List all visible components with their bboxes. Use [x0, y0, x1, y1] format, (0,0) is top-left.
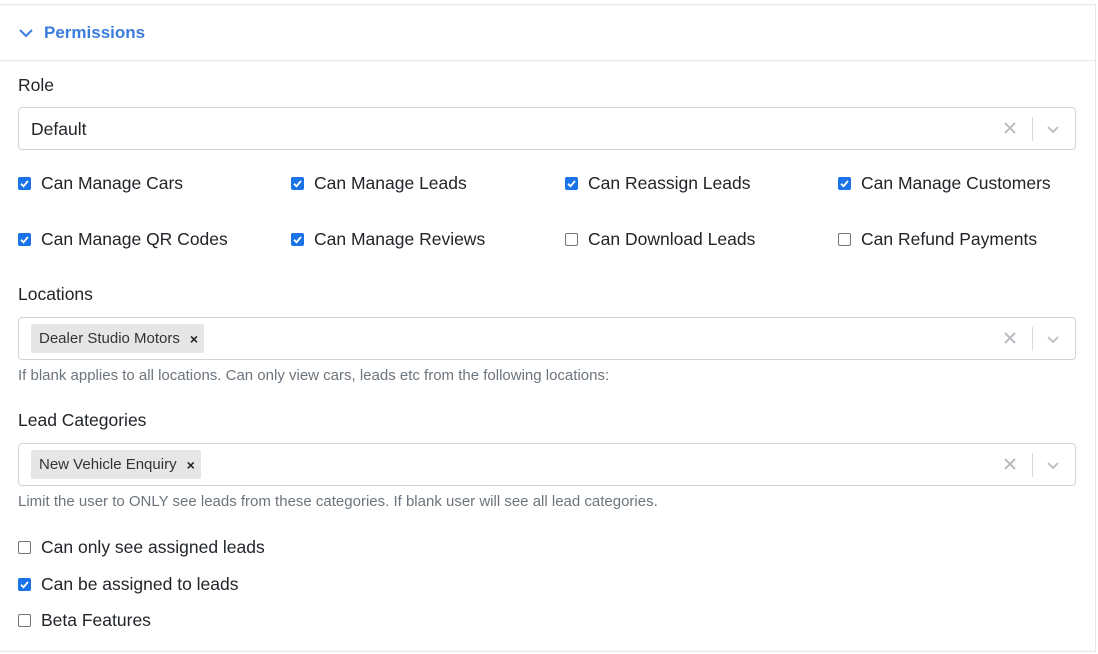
checkbox-can-manage-customers[interactable]: Can Manage Customers — [838, 173, 1051, 194]
role-select[interactable]: Default — [18, 107, 1076, 150]
clear-icon[interactable] — [1001, 119, 1019, 137]
checkmark-icon — [20, 581, 29, 589]
select-separator — [1032, 117, 1033, 141]
lead-category-chip: New Vehicle Enquiry × — [31, 450, 201, 479]
checkbox-box[interactable] — [291, 177, 304, 190]
checkbox-label: Can be assigned to leads — [41, 574, 239, 594]
chip-remove-icon[interactable]: × — [190, 331, 198, 347]
role-value: Default — [31, 119, 87, 139]
chevron-down-icon[interactable] — [1045, 331, 1061, 347]
checkbox-label: Can Refund Payments — [861, 229, 1038, 249]
checkbox-assignable-to-leads[interactable]: Can be assigned to leads — [18, 574, 239, 595]
locations-label: Locations — [18, 284, 93, 304]
checkbox-label: Can Reassign Leads — [588, 173, 751, 193]
checkbox-can-manage-leads[interactable]: Can Manage Leads — [291, 173, 467, 194]
lead-categories-help-text: Limit the user to ONLY see leads from th… — [18, 493, 658, 510]
select-separator — [1032, 327, 1033, 351]
checkbox-box[interactable] — [18, 541, 31, 554]
checkbox-can-reassign-leads[interactable]: Can Reassign Leads — [565, 173, 750, 194]
checkmark-icon — [20, 180, 29, 188]
permissions-header[interactable]: Permissions — [0, 5, 1095, 61]
chevron-down-icon[interactable] — [1045, 457, 1061, 473]
checkbox-can-manage-reviews[interactable]: Can Manage Reviews — [291, 229, 485, 250]
checkmark-icon — [567, 180, 576, 188]
checkbox-can-download-leads[interactable]: Can Download Leads — [565, 229, 755, 250]
checkmark-icon — [293, 236, 302, 244]
checkbox-only-assigned-leads[interactable]: Can only see assigned leads — [18, 537, 265, 558]
checkmark-icon — [840, 180, 849, 188]
clear-icon[interactable] — [1001, 329, 1019, 347]
chip-label: New Vehicle Enquiry — [39, 456, 177, 473]
checkbox-label: Can Manage Leads — [314, 173, 467, 193]
lead-categories-select[interactable]: New Vehicle Enquiry × — [18, 443, 1076, 486]
checkbox-box[interactable] — [838, 233, 851, 246]
checkbox-box[interactable] — [291, 233, 304, 246]
checkbox-can-refund-payments[interactable]: Can Refund Payments — [838, 229, 1037, 250]
checkbox-label: Can Manage Reviews — [314, 229, 486, 249]
checkbox-label: Can Manage Cars — [41, 173, 184, 193]
permissions-title: Permissions — [44, 22, 146, 42]
checkbox-box[interactable] — [565, 177, 578, 190]
checkbox-label: Can only see assigned leads — [41, 537, 265, 557]
role-label: Role — [18, 75, 54, 95]
checkbox-label: Can Manage QR Codes — [41, 229, 228, 249]
locations-select[interactable]: Dealer Studio Motors × — [18, 317, 1076, 360]
location-chip: Dealer Studio Motors × — [31, 324, 205, 353]
checkmark-icon — [293, 180, 302, 188]
checkbox-label: Can Download Leads — [588, 229, 756, 249]
checkmark-icon — [20, 236, 29, 244]
checkbox-box[interactable] — [18, 578, 31, 591]
clear-icon[interactable] — [1001, 455, 1019, 473]
chip-label: Dealer Studio Motors — [39, 330, 180, 347]
checkbox-label: Can Manage Customers — [861, 173, 1051, 193]
checkbox-box[interactable] — [565, 233, 578, 246]
checkbox-box[interactable] — [18, 233, 31, 246]
locations-help-text: If blank applies to all locations. Can o… — [18, 367, 610, 384]
chevron-down-icon — [19, 28, 33, 37]
checkbox-beta-features[interactable]: Beta Features — [18, 610, 151, 631]
chip-remove-icon[interactable]: × — [187, 457, 195, 473]
lead-categories-label: Lead Categories — [18, 410, 147, 430]
chevron-down-icon[interactable] — [1045, 121, 1061, 137]
select-separator — [1032, 453, 1033, 477]
checkbox-can-manage-cars[interactable]: Can Manage Cars — [18, 173, 183, 194]
checkbox-box[interactable] — [18, 614, 31, 627]
checkbox-box[interactable] — [838, 177, 851, 190]
checkbox-label: Beta Features — [41, 610, 151, 630]
checkbox-can-manage-qr-codes[interactable]: Can Manage QR Codes — [18, 229, 228, 250]
checkbox-box[interactable] — [18, 177, 31, 190]
